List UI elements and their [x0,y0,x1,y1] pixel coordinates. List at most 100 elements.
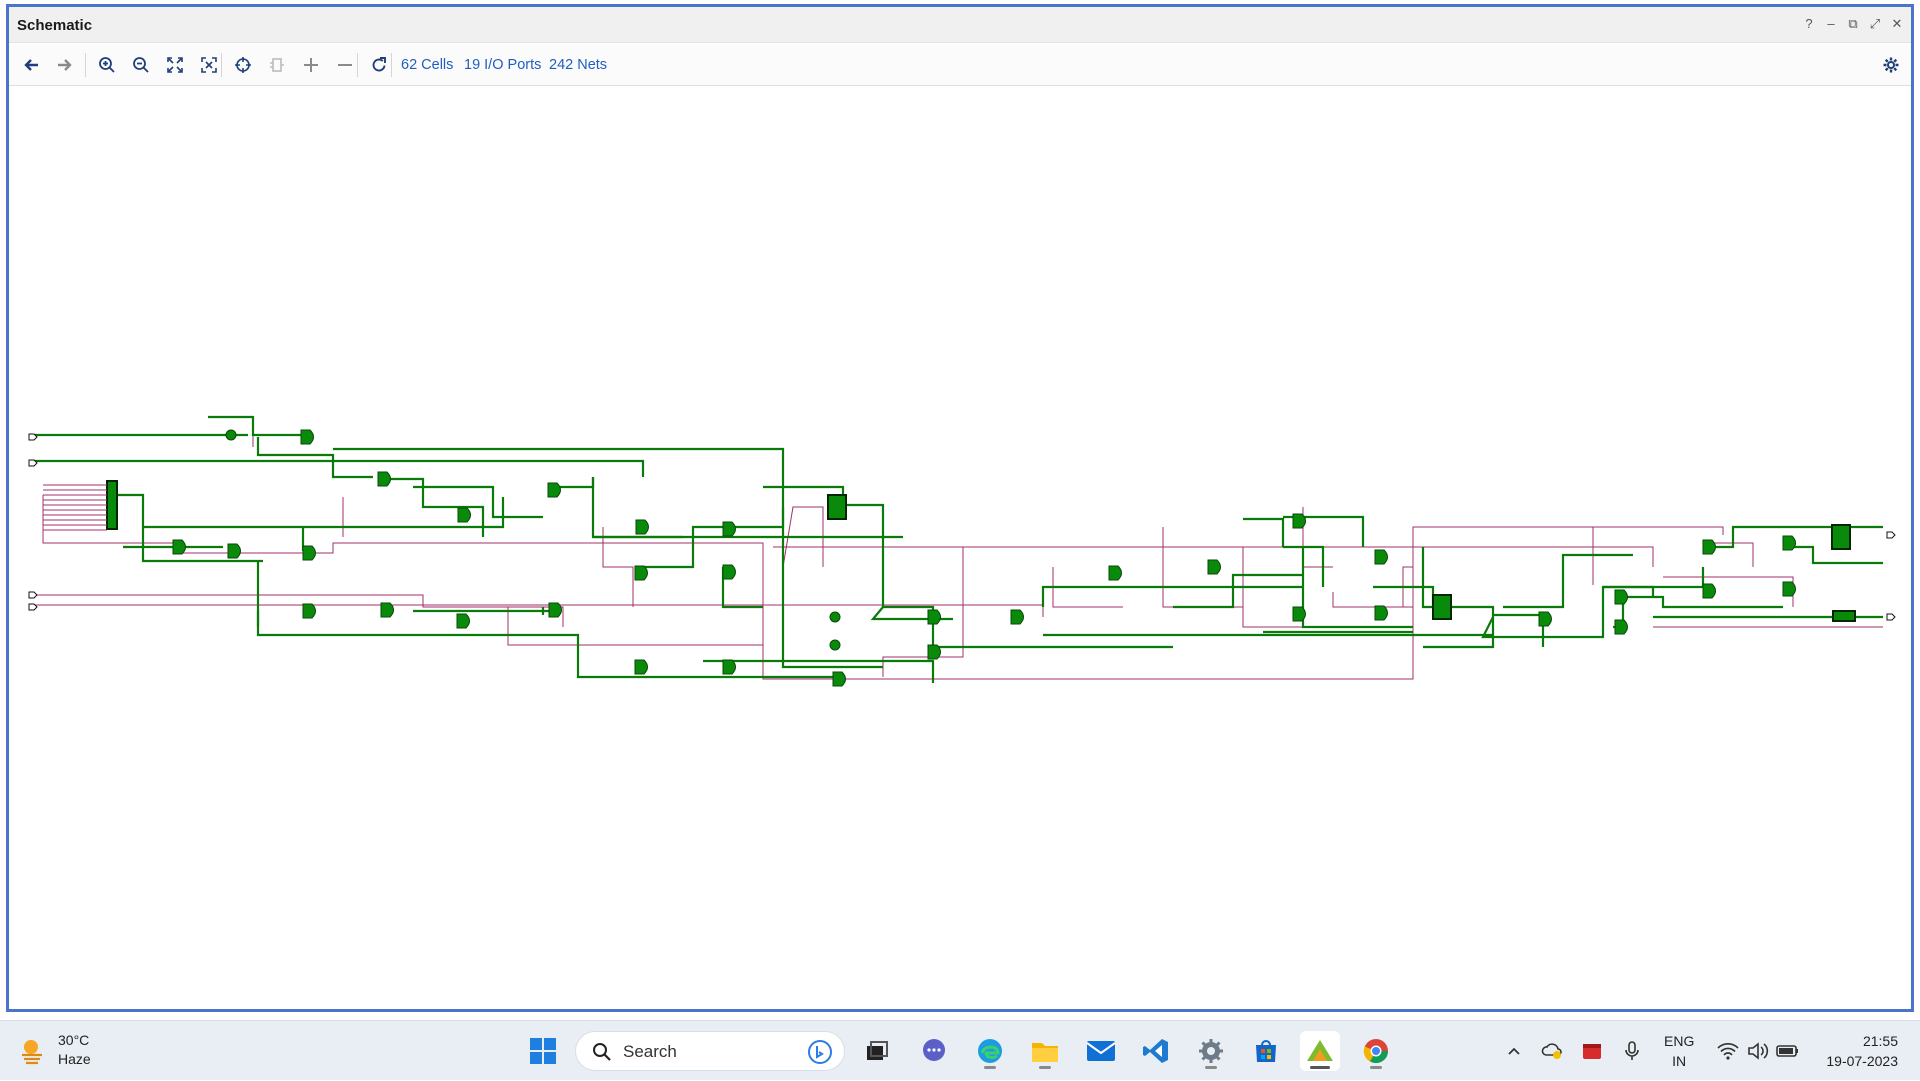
register-cell[interactable] [1432,594,1452,620]
net-green[interactable] [1653,595,1783,609]
logic-gate-cell[interactable] [927,644,941,660]
taskbar-chrome[interactable] [1356,1031,1396,1071]
net-green[interactable] [256,437,373,479]
back-button[interactable] [17,51,45,79]
mux-cell[interactable] [106,480,118,530]
net-green[interactable] [558,477,595,489]
output-port[interactable] [1886,531,1896,539]
cells-count-link[interactable]: 62 Cells [401,57,453,73]
logic-gate-cell[interactable] [927,609,941,625]
maximize-button[interactable]: ⤢ [1867,15,1883,33]
net-green[interactable] [1173,573,1303,609]
logic-gate-cell[interactable] [172,539,186,555]
collapse-button[interactable] [331,51,359,79]
refresh-button[interactable] [365,51,393,79]
net-green[interactable] [118,493,505,529]
net-green[interactable] [1603,585,1655,597]
output-buffer-cell[interactable] [1832,610,1856,622]
logic-gate-cell[interactable] [1614,619,1628,635]
net-green[interactable] [33,459,645,477]
logic-gate-cell[interactable] [1207,559,1221,575]
logic-gate-cell[interactable] [1374,605,1388,621]
logic-gate-cell[interactable] [1702,583,1716,599]
net-green[interactable] [843,503,885,607]
taskbar-settings[interactable] [1191,1031,1231,1071]
logic-gate-cell[interactable] [227,543,241,559]
logic-gate-cell[interactable] [1538,611,1552,627]
net-green[interactable] [1493,613,1545,647]
logic-gate-cell[interactable] [634,659,648,675]
io-ports-count-link[interactable]: 19 I/O Ports [464,57,541,73]
net-green[interactable] [1481,585,1703,639]
logic-gate-cell[interactable] [722,659,736,675]
net-green[interactable] [1041,585,1303,607]
logic-gate-cell[interactable] [1614,589,1628,605]
logic-gate-cell[interactable] [302,603,316,619]
logic-gate-cell[interactable] [832,671,846,687]
schematic-diagram[interactable] [9,87,1911,1009]
logic-gate-cell[interactable] [1292,606,1306,622]
taskbar-file-explorer[interactable] [1025,1031,1065,1071]
schematic-canvas[interactable] [9,87,1911,1009]
logic-gate-cell[interactable] [1108,565,1122,581]
logic-gate-cell[interactable] [1010,609,1024,625]
net-green[interactable] [141,527,263,563]
logic-gate-cell[interactable] [1292,513,1306,529]
system-clock[interactable]: 21:55 19-07-2023 [1826,1031,1898,1071]
help-button[interactable]: ? [1801,15,1817,33]
language-indicator[interactable]: ENG IN [1664,1031,1694,1071]
logic-gate-cell[interactable] [1702,539,1716,555]
battery-tray[interactable] [1774,1021,1802,1081]
logic-gate-cell[interactable] [722,564,736,580]
show-hidden-icons-button[interactable] [1500,1021,1528,1081]
select-button[interactable] [229,51,257,79]
logic-gate-cell[interactable] [547,482,561,498]
logic-gate-cell[interactable] [457,507,471,523]
logic-gate-cell[interactable] [300,429,314,445]
net-green[interactable] [1703,525,1793,549]
net-green[interactable] [643,525,763,569]
logic-gate-cell[interactable] [456,613,470,629]
net-purple[interactable] [602,527,634,607]
net-purple[interactable] [1332,592,1413,608]
net-green[interactable] [256,561,833,679]
taskbar-mail[interactable] [1081,1031,1121,1071]
taskbar-task-view[interactable] [857,1031,897,1071]
microphone-tray[interactable] [1618,1021,1646,1081]
zoom-fit-button[interactable] [161,51,189,79]
net-purple[interactable] [903,546,1654,567]
buffer-cell[interactable] [225,429,237,441]
taskbar-vivado[interactable] [1300,1031,1340,1071]
regenerate-button[interactable] [263,51,291,79]
zoom-in-button[interactable] [93,51,121,79]
logic-gate-cell[interactable] [722,521,736,537]
minimize-button[interactable]: – [1823,15,1839,33]
volume-tray[interactable] [1744,1021,1772,1081]
buffer-cell[interactable] [829,611,841,623]
net-green[interactable] [1243,517,1285,547]
restore-button[interactable]: ⧉ [1845,15,1861,33]
input-port[interactable] [28,591,38,599]
net-green[interactable] [703,659,935,683]
zoom-out-button[interactable] [127,51,155,79]
register-cell[interactable] [1831,524,1851,550]
logic-gate-cell[interactable] [548,602,562,618]
wifi-tray[interactable] [1714,1021,1742,1081]
logic-gate-cell[interactable] [1782,581,1796,597]
forward-button[interactable] [51,51,79,79]
logic-gate-cell[interactable] [634,565,648,581]
taskbar-edge[interactable] [970,1031,1010,1071]
nets-count-link[interactable]: 242 Nets [549,57,607,73]
buffer-cell[interactable] [829,639,841,651]
expand-button[interactable] [297,51,325,79]
settings-button[interactable] [1877,51,1905,79]
zoom-selection-button[interactable] [195,51,223,79]
close-button[interactable]: ✕ [1889,15,1905,33]
net-purple[interactable] [1162,527,1244,627]
net-green[interactable] [1503,553,1633,609]
onedrive-tray[interactable] [1538,1021,1566,1081]
net-green[interactable] [208,415,303,437]
weather-widget[interactable]: 30°C Haze [18,1031,91,1069]
logic-gate-cell[interactable] [1782,535,1796,551]
output-port[interactable] [1886,613,1896,621]
